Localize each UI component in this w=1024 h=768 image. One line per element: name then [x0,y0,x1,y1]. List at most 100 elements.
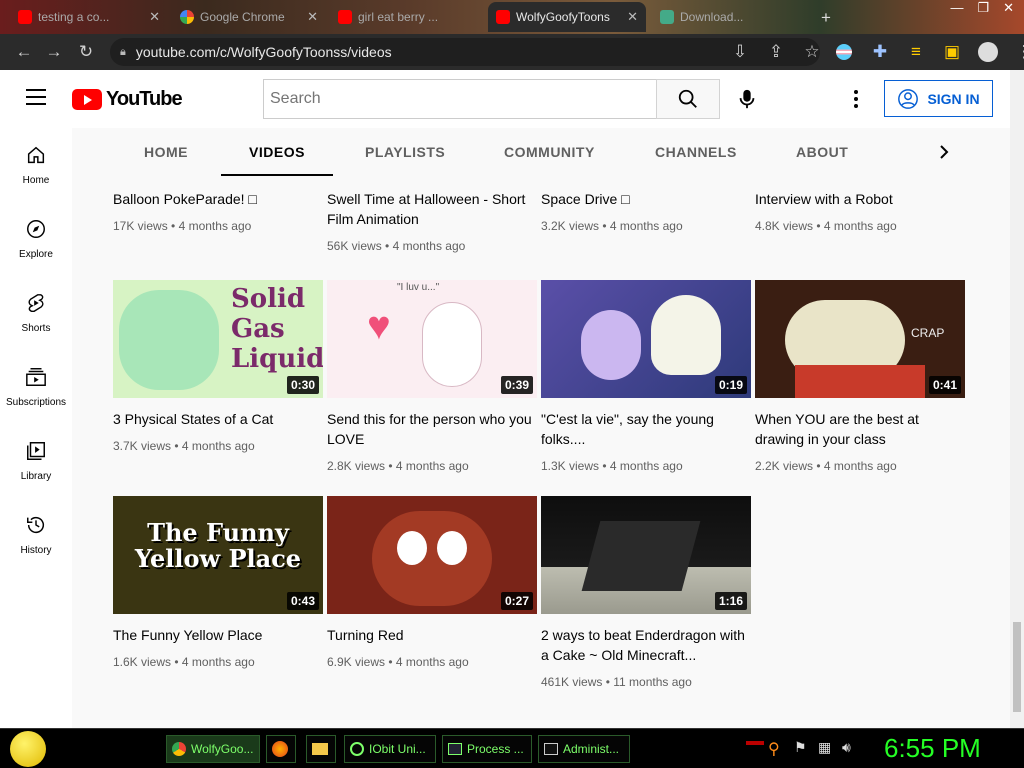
close-icon[interactable]: ✕ [149,9,160,25]
hamburger-menu-icon[interactable] [26,89,46,105]
thumbnail-caption: CRAP [911,326,945,340]
video-title[interactable]: 2 ways to beat Enderdragon with a Cake ~… [541,625,746,665]
tab-videos[interactable]: VIDEOS [221,128,333,176]
install-icon[interactable]: ⇩ [728,40,752,64]
upload-age: 11 months ago [613,675,692,689]
flag-tray-icon[interactable]: ⚑ [794,739,807,756]
eye-illustration [397,531,427,565]
search-input[interactable] [263,79,657,119]
video-thumbnail[interactable]: 0:19 [541,280,751,398]
heart-icon: ♥ [367,304,391,348]
taskbar-item-firefox[interactable] [266,735,296,763]
video-title[interactable]: Space Drive □ [541,189,746,209]
view-count: 1.6K views [113,655,172,669]
address-bar[interactable]: 🔒︎ youtube.com/c/WolfyGoofyToonss/videos [110,38,820,66]
downloads-icon [660,10,674,24]
chevron-right-icon[interactable] [932,140,956,164]
nav-item-explore[interactable]: Explore [0,202,72,276]
browser-tab-active[interactable]: WolfyGoofyToons ✕ [488,2,646,32]
forward-button[interactable]: → [42,40,66,64]
taskbar-item-chrome[interactable]: WolfyGoo... [166,735,260,763]
nav-item-subscriptions[interactable]: Subscriptions [0,350,72,424]
video-meta: 4.8K views • 4 months ago [755,219,897,233]
video-title[interactable]: When YOU are the best at drawing in your… [755,409,960,449]
video-meta: 1.3K views • 4 months ago [541,459,683,473]
video-meta: 3.7K views • 4 months ago [113,439,255,453]
tab-community[interactable]: COMMUNITY [504,128,595,176]
video-meta: 6.9K views • 4 months ago [327,655,469,669]
taskbar-item-process[interactable]: Process ... [442,735,532,763]
video-title[interactable]: 3 Physical States of a Cat [113,409,318,429]
playlist-icon[interactable]: ≡ [904,40,928,64]
video-title[interactable]: "C'est la vie", say the young folks.... [541,409,746,449]
video-thumbnail[interactable]: The Funny Yellow Place 0:43 [113,496,323,614]
tab-label: Download... [680,10,744,24]
browser-tab[interactable]: testing a co... ✕ [10,2,168,32]
minimize-icon[interactable]: — [950,0,963,18]
video-thumbnail[interactable]: ♥ "I luv u..." 0:39 [327,280,537,398]
home-icon [27,146,45,164]
taskbar-item-iobit[interactable]: IObit Uni... [344,735,436,763]
video-meta: 3.2K views • 4 months ago [541,219,683,233]
video-title[interactable]: Send this for the person who you LOVE [327,409,532,449]
search-tray-icon[interactable]: ⚲ [768,739,780,759]
view-count: 2.2K views [755,459,814,473]
close-icon[interactable]: ✕ [307,9,318,25]
video-thumbnail[interactable]: 1:16 [541,496,751,614]
browser-tab[interactable]: Download... [652,2,802,32]
video-title[interactable]: Interview with a Robot [755,189,960,209]
taskbar-clock[interactable]: 6:55 PM [884,733,981,764]
close-icon[interactable]: ✕ [627,9,638,25]
microphone-icon[interactable] [736,87,758,111]
page-scrollbar[interactable] [1010,70,1024,728]
video-title[interactable]: Turning Red [327,625,532,645]
youtube-logo[interactable]: YouTube [72,88,183,111]
video-thumbnail[interactable]: 0:27 [327,496,537,614]
tab-about[interactable]: ABOUT [796,128,848,176]
back-button[interactable]: ← [12,40,36,64]
youtube-play-icon [72,89,102,110]
character-illustration [651,295,721,375]
side-panel-icon[interactable]: ▣ [940,40,964,64]
video-thumbnail[interactable]: Solid Gas Liquid 0:30 [113,280,323,398]
browser-tab[interactable]: girl eat berry ... [330,2,484,32]
bookmark-star-icon[interactable]: ☆ [800,40,824,64]
video-title[interactable]: Swell Time at Halloween - Short Film Ani… [327,189,532,229]
upload-age: 4 months ago [609,219,683,233]
video-title[interactable]: The Funny Yellow Place [113,625,318,645]
new-tab-button[interactable]: + [814,6,838,30]
view-count: 6.9K views [327,655,386,669]
nav-item-library[interactable]: Library [0,424,72,498]
character-illustration [422,302,482,387]
scrollbar-thumb[interactable] [1013,622,1021,712]
video-thumbnail[interactable]: CRAP 0:41 [755,280,965,398]
browser-tab[interactable]: Google Chrome ✕ [172,2,326,32]
start-smiley-icon[interactable] [10,731,46,767]
maximize-icon[interactable]: ❐ [977,0,989,18]
settings-dots-icon[interactable] [850,88,862,110]
sign-in-button[interactable]: SIGN IN [884,80,993,117]
nav-item-home[interactable]: Home [0,128,72,202]
lock-icon: 🔒︎ [120,45,126,58]
upload-age: 4 months ago [392,239,466,253]
flag-extension-icon[interactable] [832,40,856,64]
reload-button[interactable]: ↻ [74,40,98,64]
share-icon[interactable]: ⇪ [764,40,788,64]
tab-home[interactable]: HOME [144,128,188,176]
taskbar-item-admin[interactable]: Administ... [538,735,630,763]
taskbar-item-folder[interactable] [306,735,336,763]
search-button[interactable] [656,79,720,119]
tab-playlists[interactable]: PLAYLISTS [365,128,445,176]
nav-item-shorts[interactable]: Shorts [0,276,72,350]
menu-dots-icon[interactable]: ⋮ [1012,40,1024,64]
video-title[interactable]: Balloon PokeParade! □ [113,189,318,209]
taskbar-label: Process ... [467,742,524,756]
tab-channels[interactable]: CHANNELS [655,128,737,176]
close-window-icon[interactable]: ✕ [1003,0,1014,18]
profile-avatar-icon[interactable] [976,40,1000,64]
nav-item-history[interactable]: History [0,498,72,572]
folder-icon [312,743,328,755]
network-tray-icon[interactable]: ▦ [818,739,831,756]
puzzle-extensions-icon[interactable]: ✚ [868,40,892,64]
volume-tray-icon[interactable]: 🔊︎ [842,739,851,756]
